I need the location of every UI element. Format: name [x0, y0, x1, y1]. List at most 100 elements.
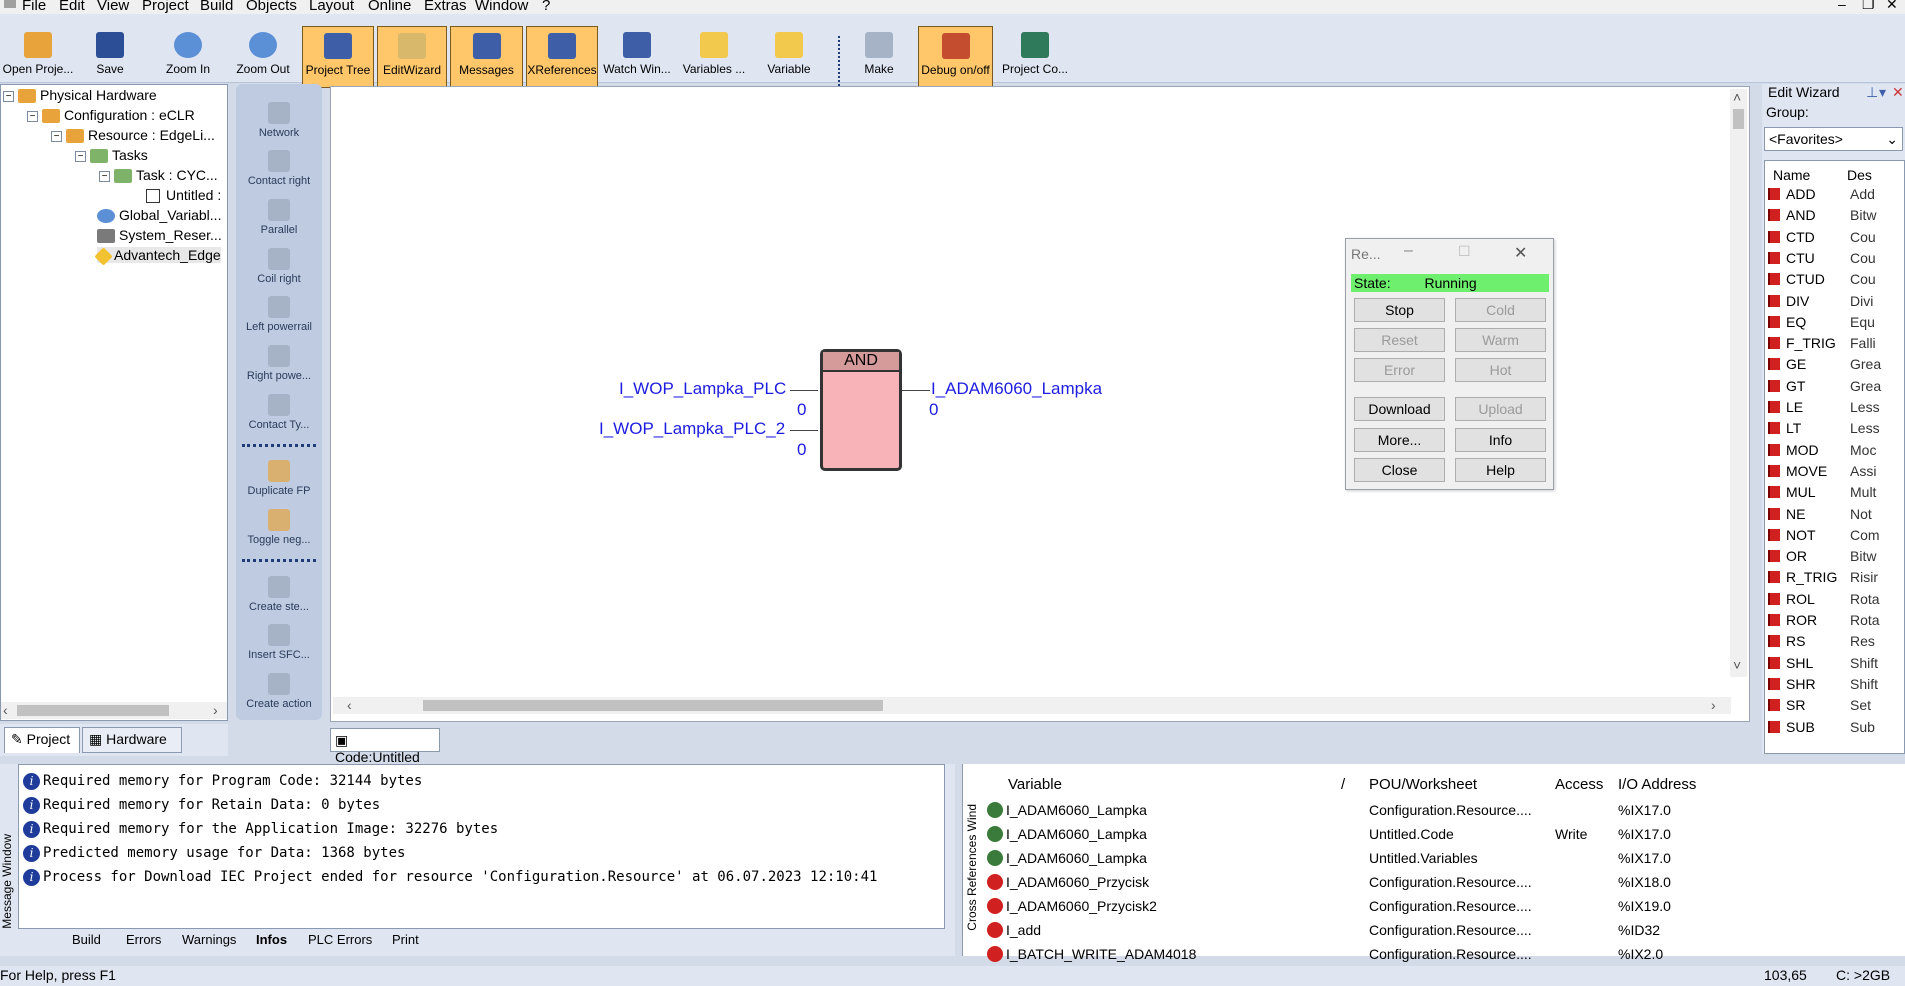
palette-parallel[interactable]: Parallel	[236, 199, 322, 236]
tab-infos[interactable]: Infos	[256, 932, 287, 947]
menu-window[interactable]: Window	[475, 0, 528, 14]
tree-item-task[interactable]: − Task : CYC...	[99, 167, 218, 184]
palette-right-powerrail[interactable]: Right powe...	[236, 345, 322, 382]
editor-vscrollbar[interactable]: ˄ ˅	[1730, 89, 1747, 677]
tree-item-resource[interactable]: − Resource : EdgeLi...	[51, 127, 215, 144]
menu-extras[interactable]: Extras	[424, 0, 467, 14]
collapse-icon[interactable]: −	[3, 90, 14, 102]
dialog-minimize-icon[interactable]: –	[1404, 242, 1413, 260]
collapse-icon[interactable]: −	[75, 150, 86, 162]
editor-hscrollbar[interactable]: ‹ ›	[333, 697, 1731, 714]
tab-errors[interactable]: Errors	[126, 932, 161, 947]
wizard-item[interactable]: GT Grea	[1768, 378, 1881, 394]
menu-edit[interactable]: Edit	[59, 0, 85, 14]
dialog-titlebar[interactable]: Re... – ☐ ✕	[1346, 239, 1553, 269]
info-button[interactable]: Info	[1455, 428, 1546, 452]
wizard-item[interactable]: NOT Com	[1768, 527, 1880, 543]
edit-wizard-button[interactable]: EditWizard	[377, 26, 447, 88]
tab-project[interactable]: ✎ Project	[4, 727, 80, 753]
save-button[interactable]: Save	[80, 26, 140, 88]
menu-online[interactable]: Online	[368, 0, 411, 14]
wizard-item[interactable]: MOD Moc	[1768, 442, 1876, 458]
stop-button[interactable]: Stop	[1354, 298, 1445, 322]
wizard-item[interactable]: EQ Equ	[1768, 314, 1875, 330]
tree-item-global-variables[interactable]: Global_Variabl...	[97, 207, 221, 224]
menu-file[interactable]: File	[22, 0, 46, 14]
scroll-right-icon[interactable]: ›	[1711, 697, 1716, 713]
col-pou-worksheet[interactable]: POU/Worksheet	[1369, 776, 1477, 793]
palette-left-powerrail[interactable]: Left powerrail	[236, 296, 322, 333]
wizard-item[interactable]: MUL Mult	[1768, 484, 1876, 500]
scroll-left-icon[interactable]: ‹	[3, 702, 8, 718]
palette-duplicate-fp[interactable]: Duplicate FP	[236, 460, 322, 497]
minimize-icon[interactable]: –	[1838, 0, 1846, 12]
col-variable[interactable]: Variable	[1008, 776, 1062, 793]
palette-network[interactable]: Network	[236, 102, 322, 139]
tree-item-physical-hardware[interactable]: − Physical Hardware	[3, 87, 157, 104]
tree-item-configuration[interactable]: − Configuration : eCLR	[27, 107, 195, 124]
tree-item-system-reserved[interactable]: System_Reser...	[97, 227, 222, 244]
scroll-up-icon[interactable]: ˄	[1733, 89, 1741, 105]
wizard-item[interactable]: OR Bitw	[1768, 548, 1876, 564]
dropdown-icon[interactable]: ▾	[1879, 84, 1886, 101]
menu-help[interactable]: ?	[542, 0, 550, 14]
wizard-item[interactable]: CTU Cou	[1768, 250, 1876, 266]
palette-create-step[interactable]: Create ste...	[236, 576, 322, 613]
wizard-item[interactable]: SUB Sub	[1768, 719, 1875, 735]
watch-window-button[interactable]: Watch Win...	[602, 26, 672, 88]
wizard-item[interactable]: LE Less	[1768, 399, 1880, 415]
palette-coil-right[interactable]: Coil right	[236, 248, 322, 285]
menu-objects[interactable]: Objects	[246, 0, 297, 14]
project-control-button[interactable]: Project Co...	[996, 26, 1074, 88]
project-tree-button[interactable]: Project Tree	[302, 26, 374, 88]
input-variable-1[interactable]: I_WOP_Lampka_PLC	[619, 379, 786, 399]
wizard-item[interactable]: RS Res	[1768, 633, 1875, 649]
wizard-item[interactable]: GE Grea	[1768, 356, 1881, 372]
col-desc-header[interactable]: Des	[1847, 167, 1872, 183]
collapse-icon[interactable]: −	[27, 110, 38, 122]
more-button[interactable]: More...	[1354, 428, 1445, 452]
wizard-item[interactable]: CTUD Cou	[1768, 271, 1876, 287]
wizard-item[interactable]: CTD Cou	[1768, 229, 1876, 245]
menu-view[interactable]: View	[97, 0, 129, 14]
wizard-item[interactable]: ROL Rota	[1768, 591, 1880, 607]
output-variable[interactable]: I_ADAM6060_Lampka	[931, 379, 1102, 399]
zoom-in-button[interactable]: Zoom In	[156, 26, 220, 88]
close-icon[interactable]: ✕	[1886, 0, 1898, 13]
variables-button[interactable]: Variables ...	[680, 26, 748, 88]
help-button[interactable]: Help	[1455, 458, 1546, 482]
dialog-close-icon[interactable]: ✕	[1514, 243, 1527, 263]
tree-item-tasks[interactable]: − Tasks	[75, 147, 148, 164]
tab-hardware[interactable]: ▦ Hardware	[82, 727, 182, 753]
input-variable-2[interactable]: I_WOP_Lampka_PLC_2	[599, 419, 785, 439]
scroll-right-icon[interactable]: ›	[213, 702, 218, 718]
open-project-button[interactable]: Open Proje...	[2, 26, 74, 88]
palette-contact-right[interactable]: Contact right	[236, 150, 322, 187]
editor-vscroll-thumb[interactable]	[1733, 109, 1744, 129]
wizard-item[interactable]: NE Not	[1768, 506, 1872, 522]
close-button[interactable]: Close	[1354, 458, 1445, 482]
wizard-item[interactable]: SHR Shift	[1768, 676, 1878, 692]
zoom-out-button[interactable]: Zoom Out	[230, 26, 296, 88]
menu-project[interactable]: Project	[142, 0, 189, 14]
col-access[interactable]: Access	[1555, 776, 1603, 793]
scroll-down-icon[interactable]: ˅	[1733, 657, 1741, 673]
palette-insert-sfc[interactable]: Insert SFC...	[236, 624, 322, 661]
wizard-item[interactable]: ROR Rota	[1768, 612, 1880, 628]
wizard-item[interactable]: LT Less	[1768, 420, 1880, 436]
collapse-icon[interactable]: −	[51, 130, 62, 142]
download-button[interactable]: Download	[1354, 397, 1445, 421]
tab-print[interactable]: Print	[392, 932, 419, 947]
menu-build[interactable]: Build	[200, 0, 233, 14]
tree-hscroll-thumb[interactable]	[17, 705, 169, 716]
wizard-item[interactable]: SR Set	[1768, 697, 1871, 713]
wizard-item[interactable]: F_TRIG Falli	[1768, 335, 1876, 351]
editor-hscroll-thumb[interactable]	[423, 700, 883, 711]
palette-create-action[interactable]: Create action	[236, 673, 322, 710]
tree-item-untitled[interactable]: Untitled :	[146, 187, 221, 204]
panel-close-icon[interactable]: ✕	[1892, 84, 1904, 101]
make-button[interactable]: Make	[850, 26, 908, 88]
tab-code-untitled[interactable]: ▣ Code:Untitled	[330, 728, 440, 765]
tab-build[interactable]: Build	[72, 932, 101, 947]
menu-layout[interactable]: Layout	[309, 0, 354, 14]
